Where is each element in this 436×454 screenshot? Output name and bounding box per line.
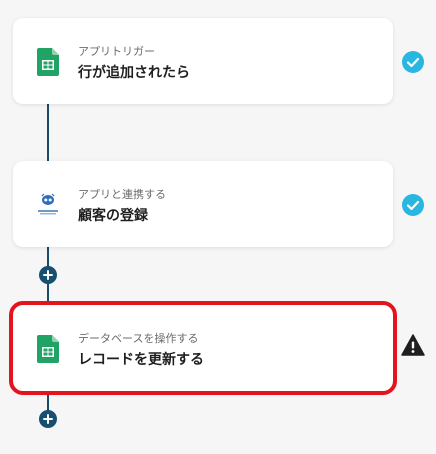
step-title: 行が追加されたら	[78, 65, 190, 81]
google-sheets-icon	[37, 48, 59, 76]
step-title: 顧客の登録	[78, 208, 148, 224]
google-sheets-icon	[37, 335, 59, 363]
step-type-label: アプリと連携する	[78, 188, 166, 201]
flow-connector-1	[47, 104, 49, 162]
add-step-button[interactable]	[39, 410, 57, 428]
step-title: レコードを更新する	[78, 352, 204, 368]
flow-step-database-operation[interactable]: データベースを操作する レコードを更新する	[9, 301, 397, 395]
step-type-label: アプリトリガー	[78, 45, 155, 58]
step-type-label: データベースを操作する	[78, 332, 199, 345]
warning-icon	[401, 334, 425, 356]
flow-step-trigger[interactable]: アプリトリガー 行が追加されたら	[13, 18, 393, 104]
crm-app-icon	[35, 191, 61, 217]
add-step-button[interactable]	[39, 266, 57, 284]
check-icon	[402, 194, 424, 216]
check-icon	[402, 51, 424, 73]
flow-step-app-action[interactable]: アプリと連携する 顧客の登録	[13, 161, 393, 247]
